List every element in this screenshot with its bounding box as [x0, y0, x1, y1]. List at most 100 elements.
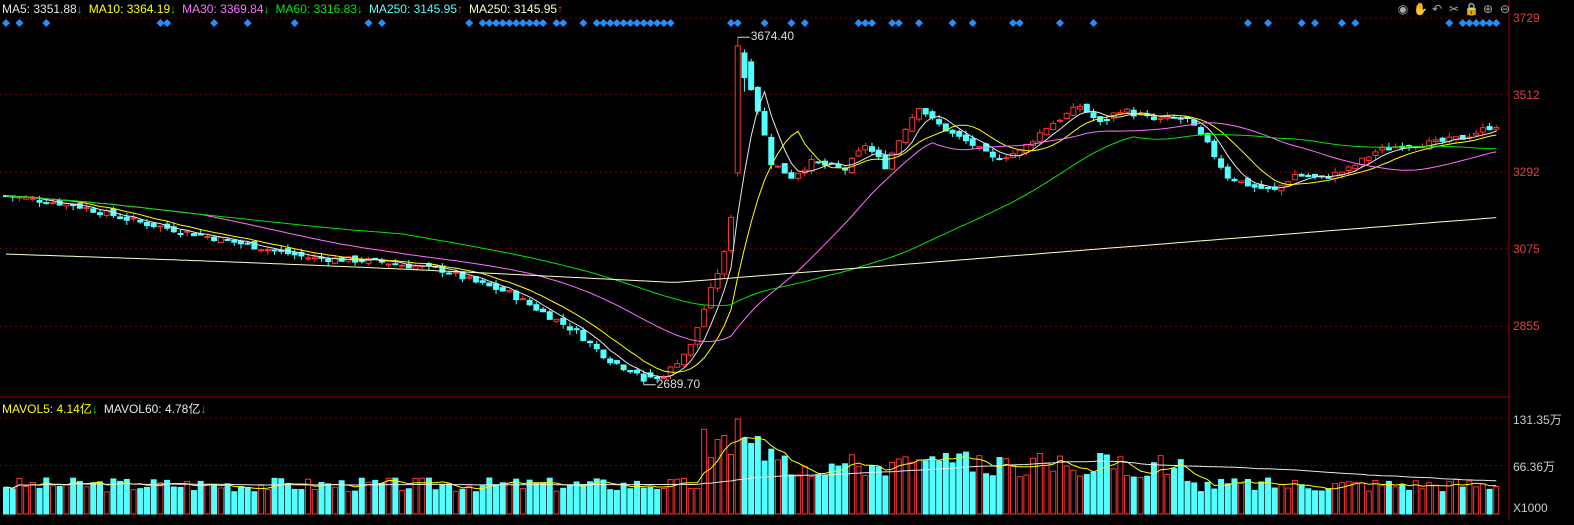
volume-bar: [976, 455, 983, 515]
candle-body: [915, 108, 922, 120]
candle-body: [231, 239, 238, 243]
stock-chart[interactable]: [0, 0, 1574, 520]
hand-icon[interactable]: ✋: [1413, 2, 1428, 16]
signal-marker: [364, 19, 373, 27]
candle-body: [761, 111, 768, 136]
candle-body: [1218, 158, 1225, 168]
volume-bar: [1023, 474, 1030, 515]
signal-marker: [2, 19, 10, 27]
volume-legend-item: MAVOL60: 4.78亿↓: [104, 402, 207, 416]
price-ma-legend: MA5: 3351.88↓ MA10: 3364.19↓ MA30: 3369.84…: [2, 2, 569, 16]
volume-bar: [1406, 489, 1413, 515]
candle-body: [620, 364, 627, 371]
candle-body: [1265, 186, 1272, 189]
volume-bar: [472, 491, 479, 515]
volume-bar: [83, 486, 90, 515]
low-annotation: 2689.70: [656, 376, 701, 391]
volume-bar: [1003, 458, 1010, 515]
candle-body: [1231, 178, 1238, 182]
lock-icon[interactable]: 🔒: [1464, 2, 1479, 16]
volume-bar: [231, 491, 238, 515]
zoom-in-icon[interactable]: ⊕: [1481, 2, 1495, 16]
candle-body: [1070, 106, 1077, 116]
volume-bar: [224, 483, 231, 515]
candle-body: [137, 219, 144, 223]
volume-bar: [459, 488, 466, 515]
volume-bar: [499, 482, 506, 515]
volume-bar: [1117, 456, 1124, 515]
candle-body: [1486, 126, 1493, 131]
volume-bar: [56, 486, 63, 515]
candle-body: [1365, 156, 1372, 162]
ma250-line: [5, 217, 1497, 283]
volume-bar: [1312, 490, 1319, 515]
signal-marker: [210, 19, 219, 27]
undo-icon[interactable]: ↶: [1430, 2, 1444, 16]
candle-body: [741, 52, 748, 79]
candle-body: [83, 207, 90, 210]
volume-bar: [1056, 455, 1063, 515]
signal-marker: [243, 19, 252, 27]
volume-bar: [117, 480, 124, 515]
volume-bar: [123, 478, 130, 515]
volume-bar: [1446, 481, 1453, 515]
candle-body: [681, 353, 688, 366]
volume-bar: [372, 479, 379, 515]
volume-bar: [439, 484, 446, 515]
candle-body: [392, 263, 399, 266]
candle-body: [526, 299, 533, 306]
volume-bar: [587, 481, 594, 515]
volume-bar: [922, 460, 929, 515]
volume-bar: [271, 477, 278, 515]
ma30-line: [5, 122, 1497, 343]
volume-bar: [728, 453, 735, 515]
volume-bar: [493, 484, 500, 515]
volume-bar: [1009, 464, 1016, 515]
volume-bar: [1231, 478, 1238, 515]
volume-bar: [1244, 478, 1251, 515]
volume-bar: [1137, 476, 1144, 515]
volume-bar: [647, 486, 654, 515]
volume-bar: [1130, 476, 1137, 515]
volume-bar: [734, 418, 741, 515]
signal-marker: [465, 19, 474, 27]
volume-bar: [848, 454, 855, 515]
candle-body: [1090, 112, 1097, 119]
candle-body: [728, 216, 735, 251]
zoom-out-icon[interactable]: ⊖: [1498, 2, 1512, 16]
volume-bar: [1318, 490, 1325, 515]
candle-body: [627, 370, 634, 373]
scissors-icon[interactable]: ✂: [1447, 2, 1461, 16]
volume-bar: [1144, 475, 1151, 515]
price-legend-label: MA250: 3145.95: [368, 2, 458, 16]
eye-icon[interactable]: ◉: [1396, 2, 1410, 16]
volume-tick-label: 66.36万: [1513, 460, 1556, 475]
signal-marker: [15, 19, 24, 27]
volume-bar: [761, 460, 768, 515]
volume-bar: [1379, 485, 1386, 515]
candle-body: [600, 349, 607, 359]
volume-bar: [660, 487, 667, 515]
chart-canvas[interactable]: [0, 0, 1574, 520]
candle-body: [634, 369, 641, 374]
volume-bar: [714, 439, 721, 515]
volume-bar: [1271, 487, 1278, 515]
price-tick-label: 2855: [1513, 319, 1540, 334]
volume-bar: [466, 485, 473, 515]
candle-body: [1003, 157, 1010, 160]
candle-body: [607, 358, 614, 364]
candle-body: [768, 136, 775, 166]
candle-body: [1352, 164, 1359, 169]
price-legend-label: MA60: 3316.83: [275, 2, 357, 16]
candle-body: [640, 373, 647, 382]
candle-body: [1197, 127, 1204, 136]
volume-bar: [3, 486, 9, 515]
volume-legend-arrow: ↓: [200, 402, 207, 416]
volume-bar: [405, 488, 412, 515]
volume-bar: [264, 489, 271, 515]
high-annotation: 3674.40: [750, 29, 795, 44]
price-legend-item: MA250: 3145.95↑: [469, 2, 563, 16]
volume-bar: [546, 477, 553, 515]
signal-marker: [733, 19, 742, 27]
candle-body: [808, 158, 815, 172]
